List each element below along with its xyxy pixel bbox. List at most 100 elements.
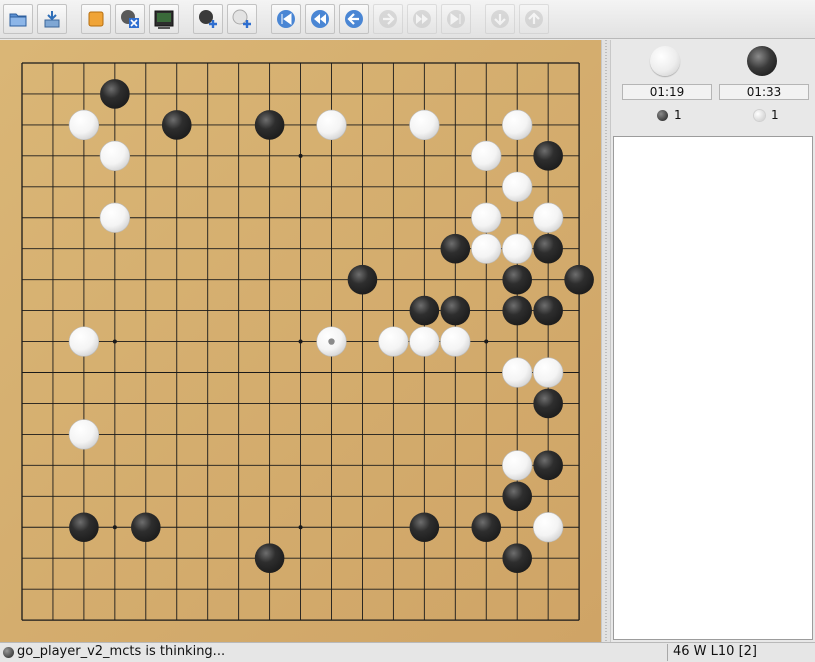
- side-panel: 01:19 1 01:33 1: [611, 40, 815, 642]
- status-text: go_player_v2_mcts is thinking...: [17, 644, 226, 659]
- white-clock-panel: 01:19 1: [617, 40, 714, 134]
- black-stone: [440, 295, 471, 326]
- black-stone-icon: [657, 109, 668, 121]
- white-stone: [68, 326, 99, 357]
- white-stone: [471, 140, 502, 171]
- white-stone: [316, 109, 347, 140]
- white-stone: [440, 326, 471, 357]
- variation-up-icon: [525, 10, 543, 28]
- black-stone: [409, 512, 440, 543]
- new-game-icon: [88, 11, 104, 27]
- white-stone: [68, 109, 99, 140]
- white-stone: [99, 140, 130, 171]
- black-stone-plus-icon: [199, 10, 217, 28]
- star-point: [112, 525, 117, 530]
- black-stone: [502, 543, 532, 573]
- star-point: [298, 339, 303, 344]
- black-stone: [471, 512, 502, 543]
- next-variation-button[interactable]: [485, 4, 515, 34]
- black-stone: [502, 295, 532, 326]
- forward-icon: [379, 10, 397, 28]
- end-button[interactable]: [441, 4, 471, 34]
- toolbar: [0, 0, 815, 39]
- move-info: 46 W L10 [2]: [673, 644, 757, 659]
- backward-button[interactable]: [339, 4, 369, 34]
- play-white-button[interactable]: [227, 4, 257, 34]
- beginning-button[interactable]: [271, 4, 301, 34]
- white-stone: [533, 357, 564, 388]
- comment-textarea[interactable]: [613, 136, 813, 640]
- thinking-stone-icon: [3, 647, 14, 658]
- black-stone: [440, 233, 471, 264]
- black-stone: [502, 264, 532, 295]
- terminal-icon: [154, 10, 174, 29]
- status-divider: [667, 644, 668, 661]
- variation-down-icon: [491, 10, 509, 28]
- black-stone: [254, 543, 285, 573]
- white-stone: [378, 326, 409, 357]
- black-stone: [69, 512, 99, 543]
- panel-splitter[interactable]: [601, 40, 611, 642]
- white-stone: [533, 512, 564, 543]
- black-stone: [533, 295, 563, 326]
- white-stone: [68, 419, 99, 450]
- go-to-start-icon: [277, 10, 295, 28]
- white-stone: [471, 202, 502, 233]
- white-stone: [502, 171, 533, 202]
- black-stone: [100, 79, 130, 109]
- black-stone: [131, 512, 161, 543]
- black-clock-time: 01:33: [719, 84, 809, 100]
- white-stone: [99, 202, 130, 233]
- detach-program-icon: [121, 10, 139, 28]
- new-game-button[interactable]: [81, 4, 111, 34]
- open-file-button[interactable]: [3, 4, 33, 34]
- go-board[interactable]: [0, 40, 601, 642]
- white-stone: [502, 109, 533, 140]
- black-stone: [347, 264, 378, 295]
- black-stone: [254, 110, 285, 140]
- white-stone: [502, 233, 533, 264]
- folder-icon: [9, 13, 27, 27]
- white-stone: [409, 109, 440, 140]
- black-stone: [533, 233, 563, 264]
- fast-forward-icon: [413, 10, 431, 28]
- gtp-shell-button[interactable]: [149, 4, 179, 34]
- black-stone: [533, 141, 563, 171]
- black-captures-count: 1: [771, 108, 779, 122]
- save-icon: [44, 11, 60, 28]
- backward-icon: [345, 10, 363, 28]
- white-stone-icon: [754, 109, 765, 121]
- save-file-button[interactable]: [37, 4, 67, 34]
- board-canvas[interactable]: [0, 40, 601, 642]
- white-stone: [471, 233, 502, 264]
- white-stone: [502, 357, 533, 388]
- white-stone-icon: [650, 46, 680, 76]
- detach-program-button[interactable]: [115, 4, 145, 34]
- black-stone-icon: [747, 46, 777, 76]
- fast-backward-icon: [311, 10, 329, 28]
- forward-ten-button[interactable]: [407, 4, 437, 34]
- star-point: [484, 339, 489, 344]
- black-stone: [564, 264, 594, 295]
- white-stone-plus-icon: [232, 9, 251, 28]
- white-captures-count: 1: [674, 108, 682, 122]
- star-point: [112, 339, 117, 344]
- black-captures: 1: [754, 108, 779, 122]
- white-captures: 1: [657, 108, 682, 122]
- white-stone: [409, 326, 440, 357]
- backward-ten-button[interactable]: [305, 4, 335, 34]
- black-stone: [409, 295, 440, 326]
- black-stone: [533, 388, 563, 419]
- white-stone: [502, 450, 533, 481]
- play-black-button[interactable]: [193, 4, 223, 34]
- black-clock-panel: 01:33 1: [714, 40, 811, 134]
- star-point: [298, 153, 303, 158]
- last-move-marker: [328, 338, 335, 345]
- previous-variation-button[interactable]: [519, 4, 549, 34]
- go-to-end-icon: [447, 10, 465, 28]
- forward-button[interactable]: [373, 4, 403, 34]
- black-stone: [161, 110, 192, 140]
- status-bar: go_player_v2_mcts is thinking... 46 W L1…: [0, 642, 815, 662]
- white-stone: [533, 202, 564, 233]
- white-clock-time: 01:19: [622, 84, 712, 100]
